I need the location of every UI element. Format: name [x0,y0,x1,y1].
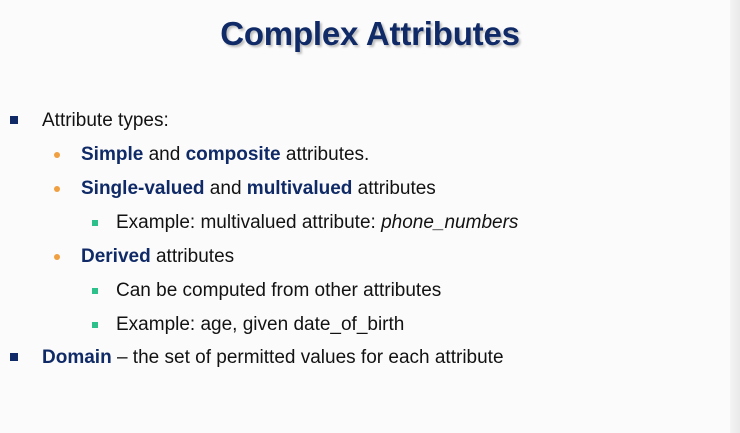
bullet-dot-icon [54,254,60,260]
bullet-square-small-icon [92,220,98,226]
bullet-single-multivalued: Single-valued and multivalued attributes [81,178,436,200]
bullet-derived: Derived attributes [81,246,234,268]
bullet-simple-composite: Simple and composite attributes. [81,144,369,166]
term-derived: Derived [81,246,151,267]
bullet-example-age: Example: age, given date_of_birth [116,314,404,336]
bullet-example-multivalued: Example: multivalued attribute: phone_nu… [116,212,518,234]
text-attributes: attributes. [280,144,370,165]
bullet-square-small-icon [92,322,98,328]
example-phone-numbers: phone_numbers [381,212,519,233]
bullet-dot-icon [54,186,60,192]
slide: Complex Attributes Attribute types: Simp… [0,0,740,433]
bullet-square-icon [10,116,18,124]
bullet-text: Can be computed from other attributes [116,280,442,301]
bullet-text: Attribute types: [42,110,169,131]
term-domain: Domain [42,347,112,368]
term-composite: composite [185,144,281,165]
term-simple: Simple [81,144,144,165]
term-single-valued: Single-valued [81,178,205,199]
slide-title: Complex Attributes [220,15,520,52]
bullet-domain: Domain – the set of permitted values for… [42,347,504,369]
slide-right-edge [730,0,740,433]
bullet-text: Example: age, given date_of_birth [116,314,405,335]
bullet-square-icon [10,353,18,361]
text-and: and [143,144,186,165]
domain-definition: – the set of permitted values for each a… [111,347,504,368]
example-text: Example: multivalued attribute: [116,212,382,233]
text-attributes: attributes [352,178,436,199]
term-multivalued: multivalued [246,178,353,199]
bullet-dot-icon [54,152,60,158]
bullet-attribute-types: Attribute types: [42,110,169,132]
bullet-computed: Can be computed from other attributes [116,280,441,302]
text-and: and [204,178,247,199]
text-attributes: attributes [150,246,235,267]
bullet-square-small-icon [92,288,98,294]
